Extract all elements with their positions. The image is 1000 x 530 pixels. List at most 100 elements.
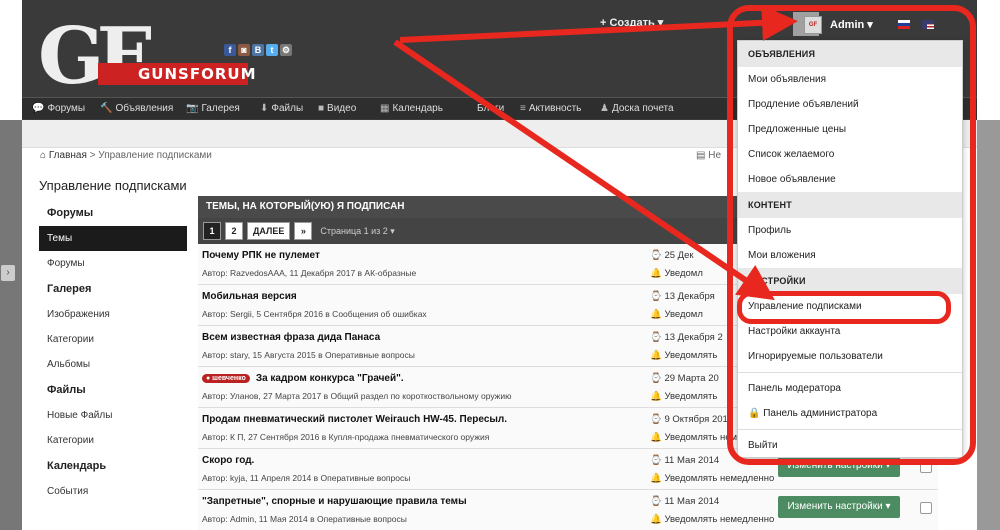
topic-date: ⌚ 29 Марта 20 <box>650 373 719 384</box>
page-button[interactable]: 2 <box>225 222 243 240</box>
nav-4-icon: ■ <box>318 103 325 114</box>
breadcrumb-separator: > <box>89 150 96 161</box>
left-gutter <box>0 120 22 530</box>
vk-icon[interactable]: B <box>252 44 264 56</box>
topic-title[interactable]: Почему РПК не пулемет <box>202 250 320 261</box>
sidebar-item[interactable]: Форумы <box>39 251 187 276</box>
sidebar-item[interactable]: Категории <box>39 428 187 453</box>
highlight-user-menu <box>727 5 976 465</box>
sidebar-heading: Календарь <box>47 460 107 472</box>
nav-tab-2[interactable]: 📷 Галерея <box>180 98 246 120</box>
new-content-label: Не <box>708 150 722 161</box>
settings-icon[interactable]: ⚙ <box>280 44 292 56</box>
nav-tab-label: Блоги <box>477 103 505 114</box>
nav-tab-5[interactable]: ▦ Календарь <box>374 98 449 120</box>
table-row: "Запретные", спорные и нарушающие правил… <box>198 490 938 530</box>
sidebar-expand-icon[interactable]: › <box>1 265 15 281</box>
sidebar-item[interactable]: Изображения <box>39 302 187 327</box>
topic-title-text: Почему РПК не пулемет <box>202 250 320 261</box>
topic-title[interactable]: Всем известная фраза дида Панаса <box>202 332 380 343</box>
topic-date: ⌚ 13 Декабря 2 <box>650 332 723 343</box>
nav-3-icon: ⬇ <box>260 103 269 114</box>
sidebar-heading: Файлы <box>47 384 86 396</box>
topic-title-text: Продам пневматический пистолет Weirauch … <box>202 414 508 425</box>
nav-tab-6[interactable]: Блоги <box>468 98 510 120</box>
sidebar-item[interactable]: События <box>39 479 187 504</box>
page-button[interactable]: 1 <box>203 222 221 240</box>
highlight-subscriptions-item <box>737 291 951 324</box>
nav-tab-label: Объявления <box>115 103 174 114</box>
nav-tab-label: Файлы <box>271 103 304 114</box>
nav-tab-7[interactable]: ≡ Активность <box>514 98 587 120</box>
topic-date: ⌚ 11 Мая 2014 <box>650 455 720 466</box>
notify-status: 🔔 Уведомл <box>650 268 703 279</box>
site-logo[interactable]: GF GUNSFORUM <box>38 11 256 102</box>
row-checkbox[interactable] <box>920 502 932 514</box>
create-button[interactable]: + Создать ▾ <box>600 16 663 29</box>
logo-monogram: GF <box>38 11 152 102</box>
nav-tab-0[interactable]: 💬 Форумы <box>26 98 91 120</box>
topic-title[interactable]: Продам пневматический пистолет Weirauch … <box>202 414 507 425</box>
topic-author: Автор: Admin, 11 Мая 2014 в Оперативные … <box>202 514 407 524</box>
sidebar-item[interactable]: Темы <box>39 226 187 251</box>
nav-tab-label: Видео <box>327 103 357 114</box>
right-gutter <box>977 120 1000 530</box>
page-button[interactable]: » <box>294 222 313 240</box>
nav-tab-label: Доска почета <box>611 103 674 114</box>
notify-status: 🔔 Уведомл <box>650 309 703 320</box>
breadcrumb-home-label: Главная <box>48 150 87 161</box>
breadcrumb-home[interactable]: ⌂ Главная <box>40 150 87 161</box>
nav-7-icon: ≡ <box>520 103 526 114</box>
topic-title[interactable]: "Запретные", спорные и нарушающие правил… <box>202 496 467 507</box>
topic-title-text: Всем известная фраза дида Панаса <box>202 332 381 343</box>
top-nav: + Создать ▾ <box>600 16 663 29</box>
page-title: Управление подписками <box>39 178 187 193</box>
topic-author: Автор: Уланов, 27 Марта 2017 в Общий раз… <box>202 391 512 401</box>
notify-status: 🔔 Уведомлять <box>650 350 718 361</box>
topic-date: ⌚ 13 Декабря <box>650 291 715 302</box>
logo-brand: GUNSFORUM <box>98 63 256 85</box>
topic-title-text: "Запретные", спорные и нарушающие правил… <box>202 496 467 507</box>
topic-author: Автор: RazvedosAAA, 11 Декабря 2017 в АК… <box>202 268 417 278</box>
sidebar-item[interactable]: Альбомы <box>39 352 187 377</box>
topic-tag: ● шевченко <box>202 374 250 383</box>
nav-tab-label: Активность <box>528 103 582 114</box>
nav-tab-8[interactable]: ♟ Доска почета <box>594 98 680 120</box>
new-content-link[interactable]: ▤ Не <box>696 150 721 161</box>
nav-1-icon: 🔨 <box>100 103 113 114</box>
topic-author: Автор: kyja, 11 Апреля 2014 в Оперативны… <box>202 473 411 483</box>
nav-8-icon: ♟ <box>600 103 609 114</box>
sidebar-heading: Форумы <box>47 207 94 219</box>
topic-title-text: За кадром конкурса "Грачей". <box>255 373 404 384</box>
topic-title[interactable]: Мобильная версия <box>202 291 297 302</box>
page-button[interactable]: ДАЛЕЕ <box>247 222 291 240</box>
nav-tab-3[interactable]: ⬇ Файлы <box>254 98 309 120</box>
subscriptions-sidebar: Форумы Темы Форумы Галерея Изображения Катего… <box>39 200 187 504</box>
topic-title[interactable]: ● шевченко За кадром конкурса "Грачей". <box>202 373 404 384</box>
sidebar-item[interactable]: Категории <box>39 327 187 352</box>
sidebar-item[interactable]: Новые Файлы <box>39 403 187 428</box>
topic-date: ⌚ 25 Дек <box>650 250 694 261</box>
facebook-icon[interactable]: f <box>224 44 236 56</box>
breadcrumb-current: Управление подписками <box>98 150 212 161</box>
nav-tab-4[interactable]: ■ Видео <box>312 98 362 120</box>
topic-title[interactable]: Скоро год. <box>202 455 254 466</box>
topic-author: Автор: Sergii, 5 Сентября 2016 в Сообщен… <box>202 309 427 319</box>
nav-tab-label: Галерея <box>201 103 240 114</box>
page: GF GUNSFORUM f ◙ Bt ⚙ + Создать ▾ GF Admin … <box>0 0 1000 530</box>
social-links: f ◙ Bt ⚙ <box>224 44 292 56</box>
notify-status: 🔔 Уведомлять немедленно <box>650 473 775 484</box>
twitter-icon[interactable]: t <box>266 44 278 56</box>
nav-tab-1[interactable]: 🔨 Объявления <box>94 98 179 120</box>
nav-tab-label: Календарь <box>392 103 443 114</box>
notify-status: 🔔 Уведомлять <box>650 391 718 402</box>
change-settings-button[interactable]: Изменить настройки ▾ <box>778 496 900 518</box>
topic-title-text: Мобильная версия <box>202 291 297 302</box>
topic-author: Автор: К П, 27 Сентября 2016 в Купля-про… <box>202 432 490 442</box>
topic-date: ⌚ 9 Октября 2016 <box>650 414 734 425</box>
instagram-icon[interactable]: ◙ <box>238 44 250 56</box>
breadcrumb: ⌂ Главная > Управление подписками <box>40 150 212 161</box>
topic-author: Автор: stary, 15 Августа 2015 в Оператив… <box>202 350 415 360</box>
nav-5-icon: ▦ <box>380 103 390 114</box>
page-info[interactable]: Страница 1 из 2 ▾ <box>320 226 394 237</box>
